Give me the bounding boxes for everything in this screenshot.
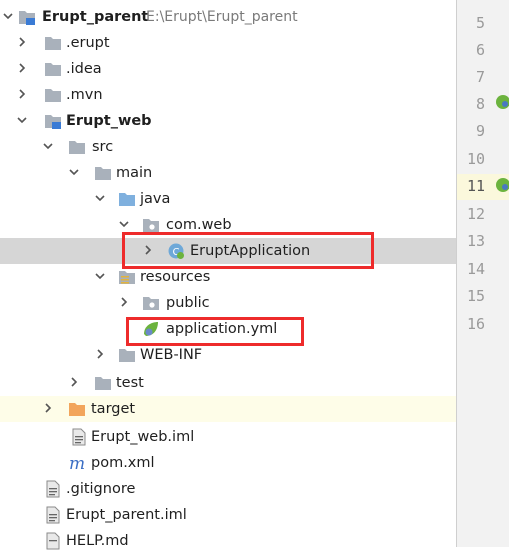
line-number: 16 [466, 315, 485, 333]
text-file-icon [46, 480, 60, 498]
chevron-down-icon[interactable] [16, 114, 28, 126]
tree-label: main [116, 165, 153, 181]
iml-file-icon [72, 428, 86, 446]
chevron-right-icon[interactable] [16, 88, 28, 100]
line-number: 10 [466, 150, 485, 168]
tree-label: .mvn [66, 87, 103, 103]
tree-row-web-inf[interactable]: WEB-INF [0, 342, 456, 368]
chevron-right-icon[interactable] [16, 36, 28, 48]
line-number: 14 [466, 260, 485, 278]
chevron-down-icon[interactable] [94, 192, 106, 204]
source-folder-icon [119, 193, 135, 206]
spring-config-file-icon [144, 322, 158, 336]
tree-row-idea[interactable]: .idea [0, 56, 456, 82]
tree-row-com-web[interactable]: com.web [0, 212, 456, 238]
tree-row-main[interactable]: main [0, 160, 456, 186]
tree-row-pom-xml[interactable]: m pom.xml [0, 450, 456, 476]
tree-row-resources[interactable]: resources [0, 264, 456, 290]
chevron-down-icon[interactable] [94, 270, 106, 282]
tree-row-application-yml[interactable]: application.yml [0, 316, 456, 342]
tree-row-target[interactable]: target [0, 396, 456, 422]
chevron-right-icon[interactable] [142, 244, 154, 256]
folder-icon [95, 377, 111, 390]
tree-label: com.web [166, 217, 232, 233]
tree-label: src [92, 139, 114, 155]
tree-label: HELP.md [66, 533, 129, 549]
tree-label: java [140, 191, 171, 207]
line-number: 13 [466, 232, 485, 250]
tree-row-erupt-web-iml[interactable]: Erupt_web.iml [0, 424, 456, 450]
tree-row-erupt-parent-iml[interactable]: Erupt_parent.iml [0, 502, 456, 528]
spring-run-gutter-icon[interactable] [493, 176, 509, 194]
line-number: 5 [475, 14, 485, 32]
chevron-down-icon[interactable] [118, 218, 130, 230]
chevron-right-icon[interactable] [42, 402, 54, 414]
chevron-right-icon[interactable] [94, 348, 106, 360]
folder-icon [45, 63, 61, 76]
tree-row-src[interactable]: src [0, 134, 456, 160]
tree-row-erupt-application[interactable]: C EruptApplication [0, 238, 456, 264]
line-number: 8 [475, 95, 485, 113]
maven-file-icon: m [69, 454, 85, 472]
folder-icon [45, 89, 61, 102]
line-number: 6 [475, 41, 485, 59]
line-number: 12 [466, 205, 485, 223]
tree-label: Erupt_web [66, 113, 152, 129]
tree-label-root: Erupt_parent [42, 9, 149, 25]
chevron-down-icon[interactable] [42, 140, 54, 152]
tree-row-public[interactable]: public [0, 290, 456, 316]
tree-row-root[interactable]: Erupt_parent E:\Erupt\Erupt_parent [0, 4, 456, 30]
tree-row-java[interactable]: java [0, 186, 456, 212]
tree-label: public [166, 295, 210, 311]
chevron-right-icon[interactable] [118, 296, 130, 308]
module-folder-icon [45, 115, 61, 129]
folder-icon [69, 141, 85, 154]
package-icon [143, 297, 159, 310]
tree-label: .gitignore [66, 481, 136, 497]
spring-boot-class-icon: C [168, 243, 184, 259]
tree-label: pom.xml [91, 455, 155, 471]
tree-label: application.yml [166, 321, 278, 337]
tree-path-root: E:\Erupt\Erupt_parent [146, 9, 298, 25]
chevron-down-icon[interactable] [2, 10, 14, 22]
chevron-right-icon[interactable] [16, 62, 28, 74]
tree-label: .erupt [66, 35, 110, 51]
tree-label: Erupt_web.iml [91, 429, 195, 445]
line-number: 7 [475, 68, 485, 86]
tree-row-erupt-web[interactable]: Erupt_web [0, 108, 456, 134]
folder-icon [95, 167, 111, 180]
package-icon [143, 219, 159, 232]
line-number-current: 11 [466, 177, 485, 195]
line-number: 15 [466, 287, 485, 305]
tree-label: WEB-INF [140, 347, 203, 363]
folder-icon [45, 37, 61, 50]
tree-label: test [116, 375, 144, 391]
chevron-right-icon[interactable] [68, 376, 80, 388]
chevron-down-icon[interactable] [68, 166, 80, 178]
tree-label: Erupt_parent.iml [66, 507, 187, 523]
tree-row-mvn[interactable]: .mvn [0, 82, 456, 108]
tree-label: resources [140, 269, 211, 285]
iml-file-icon [46, 506, 60, 524]
project-tree-panel: Erupt_parent E:\Erupt\Erupt_parent .erup… [0, 0, 456, 550]
tree-row-gitignore[interactable]: .gitignore [0, 476, 456, 502]
folder-icon [119, 349, 135, 362]
markdown-file-icon [46, 532, 60, 550]
tree-row-erupt[interactable]: .erupt [0, 30, 456, 56]
tree-row-help-md[interactable]: HELP.md [0, 528, 456, 554]
tree-row-test[interactable]: test [0, 370, 456, 396]
svg-text:m: m [69, 454, 85, 472]
tree-label: target [91, 401, 136, 417]
tree-label: .idea [66, 61, 102, 77]
tree-label: EruptApplication [190, 243, 311, 259]
line-number: 9 [475, 122, 485, 140]
excluded-folder-icon [69, 403, 85, 416]
spring-bean-gutter-icon[interactable] [493, 93, 509, 111]
resources-folder-icon [119, 271, 135, 284]
module-folder-icon [19, 11, 35, 25]
